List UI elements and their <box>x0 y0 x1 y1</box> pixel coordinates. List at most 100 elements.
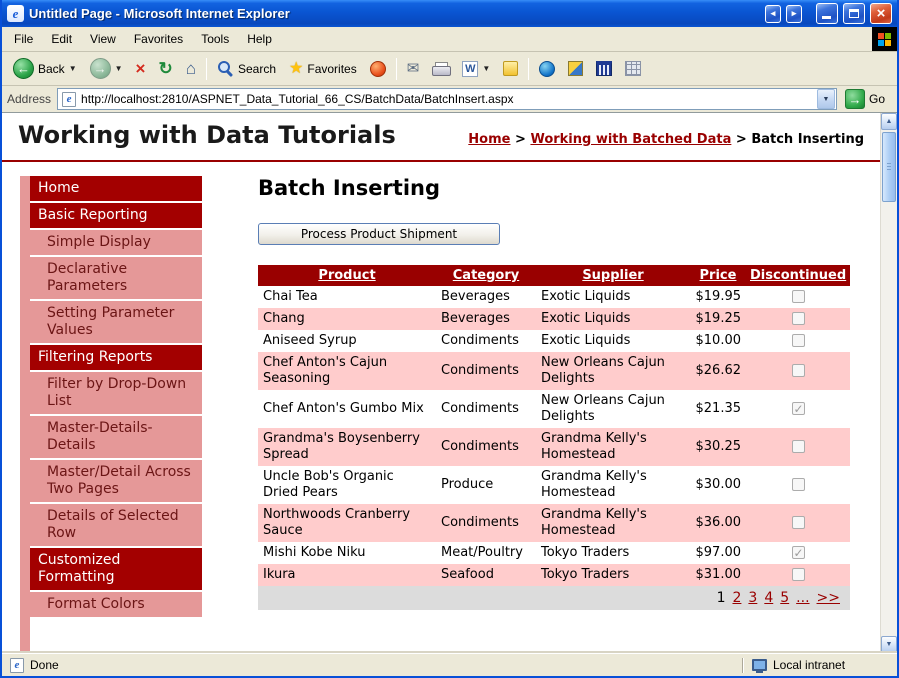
stop-button[interactable]: × <box>130 57 152 80</box>
sidebar-item-filter-by-drop-down-list[interactable]: Filter by Drop-Down List <box>30 372 202 414</box>
menu-edit[interactable]: Edit <box>42 29 81 49</box>
sidebar-item-basic-reporting[interactable]: Basic Reporting <box>30 203 202 228</box>
product-cell: Chai Tea <box>258 286 436 308</box>
edit-button[interactable]: W ▼ <box>456 58 496 80</box>
research-icon <box>596 61 612 76</box>
browser-viewport: Working with Data Tutorials Home > Worki… <box>2 113 897 653</box>
discontinued-cell <box>746 308 850 330</box>
table-row: Chef Anton's Cajun SeasoningCondimentsNe… <box>258 352 850 390</box>
table-row: Mishi Kobe NikuMeat/PoultryTokyo Traders… <box>258 542 850 564</box>
window-title: Untitled Page - Microsoft Internet Explo… <box>29 6 760 21</box>
table-row: ChangBeveragesExotic Liquids$19.25 <box>258 308 850 330</box>
scroll-up-button[interactable]: ▲ <box>881 113 897 130</box>
menu-view[interactable]: View <box>81 29 125 49</box>
sort-link-category[interactable]: Category <box>453 268 519 283</box>
messenger-button[interactable] <box>533 58 561 80</box>
process-shipment-button[interactable]: Process Product Shipment <box>258 223 500 245</box>
go-button[interactable]: → Go <box>843 89 892 109</box>
security-zone: Local intranet <box>744 658 894 672</box>
discontinued-checkbox <box>792 440 805 453</box>
maximize-button[interactable] <box>843 3 865 24</box>
grid-tool-button[interactable] <box>619 58 647 79</box>
title-bar[interactable]: e Untitled Page - Microsoft Internet Exp… <box>2 0 897 27</box>
supplier-cell: Exotic Liquids <box>536 286 690 308</box>
browser-window: e Untitled Page - Microsoft Internet Exp… <box>0 0 899 678</box>
price-cell: $19.25 <box>690 308 746 330</box>
print-button[interactable] <box>426 59 455 79</box>
pager-link-ellipsis[interactable]: ... <box>796 590 809 606</box>
sidebar-item-master-details-details[interactable]: Master-Details-Details <box>30 416 202 458</box>
titlebar-nav-right-button[interactable]: ▸ <box>786 5 802 23</box>
forward-icon: → <box>90 58 111 79</box>
sort-link-supplier[interactable]: Supplier <box>582 268 643 283</box>
sort-link-price[interactable]: Price <box>700 268 737 283</box>
sidebar-item-customized-formatting[interactable]: Customized Formatting <box>30 548 202 590</box>
pager-link-5[interactable]: 5 <box>780 590 789 606</box>
sidebar-item-details-of-selected-row[interactable]: Details of Selected Row <box>30 504 202 546</box>
product-cell: Grandma's Boysenberry Spread <box>258 428 436 466</box>
back-button[interactable]: ← Back ▼ <box>7 55 83 82</box>
address-input[interactable]: e http://localhost:2810/ASPNET_Data_Tuto… <box>57 88 837 110</box>
sidebar-item-setting-parameter-values[interactable]: Setting Parameter Values <box>30 301 202 343</box>
page-header: Working with Data Tutorials Home > Worki… <box>2 113 880 162</box>
product-cell: Chef Anton's Gumbo Mix <box>258 390 436 428</box>
menu-tools[interactable]: Tools <box>192 29 238 49</box>
go-icon: → <box>845 89 865 109</box>
status-bar: e Done Local intranet <box>2 653 897 676</box>
mail-button[interactable]: ✉ <box>401 58 426 79</box>
discontinued-checkbox <box>792 546 805 559</box>
zone-label: Local intranet <box>773 658 845 672</box>
search-button[interactable]: Search <box>211 57 282 80</box>
product-cell: Mishi Kobe Niku <box>258 542 436 564</box>
discontinued-cell <box>746 330 850 352</box>
sidebar-item-simple-display[interactable]: Simple Display <box>30 230 202 255</box>
page-title: Batch Inserting <box>258 176 850 201</box>
toolbar: ← Back ▼ → ▼ × ↻ ⌂ Search ★ Favorites ✉ … <box>2 52 897 86</box>
refresh-button[interactable]: ↻ <box>152 57 178 80</box>
sort-link-discontinued[interactable]: Discontinued <box>750 268 846 283</box>
menu-favorites[interactable]: Favorites <box>125 29 192 49</box>
column-header-product: Product <box>258 265 436 286</box>
home-button[interactable]: ⌂ <box>180 57 202 80</box>
status-text: Done <box>30 658 59 672</box>
discuss-icon <box>503 61 518 76</box>
address-url: http://localhost:2810/ASPNET_Data_Tutori… <box>81 92 812 106</box>
category-cell: Meat/Poultry <box>436 542 536 564</box>
favorites-button[interactable]: ★ Favorites <box>283 58 363 80</box>
sidebar-item-declarative-parameters[interactable]: Declarative Parameters <box>30 257 202 299</box>
pager-link-next[interactable]: >> <box>817 590 840 606</box>
close-button[interactable]: × <box>870 3 892 24</box>
grid-icon <box>625 61 641 76</box>
sort-link-product[interactable]: Product <box>318 268 375 283</box>
supplier-cell: Tokyo Traders <box>536 542 690 564</box>
address-dropdown-button[interactable]: ▼ <box>817 89 835 109</box>
scroll-thumb[interactable] <box>882 132 896 202</box>
breadcrumb-link-home[interactable]: Home <box>468 132 510 147</box>
minimize-button[interactable] <box>816 3 838 24</box>
sidebar-item-home[interactable]: Home <box>30 176 202 201</box>
sidebar-item-master-detail-across-two-pages[interactable]: Master/Detail Across Two Pages <box>30 460 202 502</box>
quick-tool-button[interactable] <box>562 58 589 79</box>
category-cell: Produce <box>436 466 536 504</box>
pager-link-4[interactable]: 4 <box>764 590 773 606</box>
messenger-icon <box>539 61 555 77</box>
sidebar-item-filtering-reports[interactable]: Filtering Reports <box>30 345 202 370</box>
scroll-track[interactable] <box>881 130 897 636</box>
scroll-down-button[interactable]: ▼ <box>881 636 897 653</box>
sidebar-item-format-colors[interactable]: Format Colors <box>30 592 202 617</box>
menu-help[interactable]: Help <box>238 29 281 49</box>
pager-link-3[interactable]: 3 <box>748 590 757 606</box>
vertical-scrollbar[interactable]: ▲ ▼ <box>880 113 897 653</box>
media-button[interactable] <box>364 58 392 80</box>
forward-dropdown-icon: ▼ <box>115 64 123 73</box>
pager-link-2[interactable]: 2 <box>732 590 741 606</box>
discuss-button[interactable] <box>497 58 524 79</box>
research-button[interactable] <box>590 58 618 79</box>
menu-file[interactable]: File <box>5 29 42 49</box>
breadcrumb-link-working-with-batched-data[interactable]: Working with Batched Data <box>530 132 731 147</box>
product-cell: Chef Anton's Cajun Seasoning <box>258 352 436 390</box>
forward-button[interactable]: → ▼ <box>84 55 129 82</box>
titlebar-nav-left-button[interactable]: ◂ <box>765 5 781 23</box>
media-icon <box>370 61 386 77</box>
discontinued-checkbox <box>792 478 805 491</box>
